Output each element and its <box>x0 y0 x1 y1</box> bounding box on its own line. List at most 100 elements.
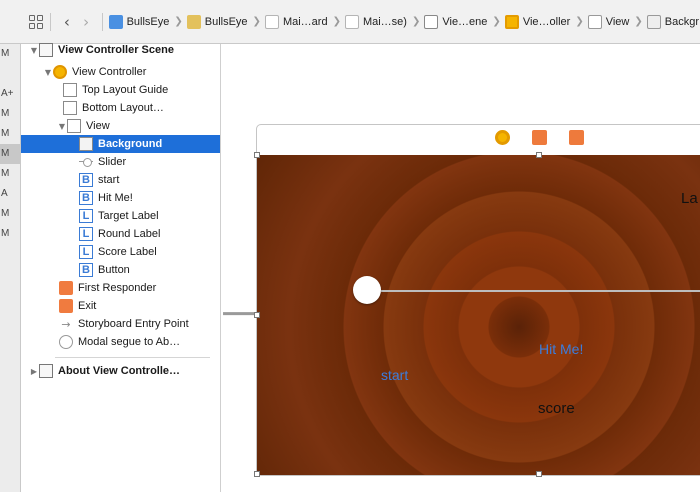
outline-row-target-label[interactable]: L Target Label <box>21 207 220 225</box>
breadcrumb-label: BullsEye <box>204 15 248 28</box>
layout-guide-icon <box>63 83 77 97</box>
breadcrumb-label: View <box>605 15 630 28</box>
app-icon <box>108 14 123 29</box>
breadcrumb-storyboard[interactable]: Mai…ard <box>264 14 328 29</box>
exit-icon <box>59 299 73 313</box>
outline-row-about-scene[interactable]: ▶ About View Controlle… <box>21 362 220 380</box>
outline-label: Score Label <box>98 246 157 258</box>
breadcrumb-background[interactable]: Backgr <box>646 14 699 29</box>
outline-row-button[interactable]: B Button <box>21 261 220 279</box>
breadcrumb-label: Vie…ene <box>442 15 488 28</box>
outline-row-view[interactable]: ▼ View <box>21 117 220 135</box>
disclosure-triangle-icon[interactable]: ▼ <box>29 46 39 55</box>
outline-row-view-controller[interactable]: ▼ View Controller <box>21 63 220 81</box>
slider-icon <box>79 155 93 169</box>
exit-icon[interactable] <box>569 130 584 145</box>
entry-arrow-icon: → <box>61 317 71 331</box>
outline-label: Bottom Layout… <box>82 102 164 114</box>
strip-item[interactable]: M <box>0 44 20 64</box>
breadcrumb-storyboard-base[interactable]: Mai…se) <box>344 14 407 29</box>
scene-title: About View Controlle… <box>58 365 181 377</box>
strip-item[interactable] <box>0 64 20 84</box>
breadcrumb-group[interactable]: BullsEye <box>186 14 248 29</box>
resize-handle[interactable] <box>254 152 260 158</box>
outline-row-round-label[interactable]: L Round Label <box>21 225 220 243</box>
outline-label: Round Label <box>98 228 161 240</box>
layout-guide-icon <box>63 101 77 115</box>
scene-icon <box>424 14 439 29</box>
image-view-icon <box>79 137 93 151</box>
scene-icon <box>39 43 53 57</box>
outline-row-bottom-layout-guide[interactable]: Bottom Layout… <box>21 99 220 117</box>
outline-row-modal-segue[interactable]: Modal segue to Ab… <box>21 333 220 351</box>
view-controller-icon[interactable] <box>495 130 510 145</box>
background-image-view[interactable]: Hit Me! start score La <box>257 155 700 475</box>
chevron-right-icon: ❯ <box>252 16 261 27</box>
resize-handle[interactable] <box>536 471 542 477</box>
label-icon: L <box>79 245 93 259</box>
jump-bar: ‹ › BullsEye ❯ BullsEye ❯ Mai…ard ❯ Mai…… <box>0 0 700 44</box>
segue-icon <box>59 335 73 349</box>
strip-item[interactable]: M <box>0 224 20 244</box>
outline-label: View Controller <box>72 66 147 78</box>
forward-arrow-icon[interactable]: › <box>77 13 96 31</box>
disclosure-triangle-icon[interactable]: ▼ <box>57 122 67 131</box>
resize-handle[interactable] <box>254 471 260 477</box>
view-icon <box>587 14 602 29</box>
outline-row-score-label[interactable]: L Score Label <box>21 243 220 261</box>
outline-row-scene[interactable]: ▼ View Controller Scene <box>21 41 220 59</box>
storyboard-canvas[interactable]: ⟶ Hit Me! start score La <box>221 44 700 492</box>
divider <box>101 12 103 31</box>
view-controller-icon <box>53 65 67 79</box>
outline-row-first-responder[interactable]: First Responder <box>21 279 220 297</box>
outline-row-start[interactable]: B start <box>21 171 220 189</box>
outline-label: Target Label <box>98 210 159 222</box>
scene-title: View Controller Scene <box>58 44 174 56</box>
strip-item[interactable]: A <box>0 184 20 204</box>
outline-row-exit[interactable]: Exit <box>21 297 220 315</box>
resize-handle[interactable] <box>254 312 260 318</box>
label-icon: L <box>79 209 93 223</box>
breadcrumb-view-controller[interactable]: Vie…oller <box>504 14 570 29</box>
chevron-right-icon: ❯ <box>332 16 341 27</box>
outline-label: Hit Me! <box>98 192 133 204</box>
disclosure-triangle-icon[interactable]: ▼ <box>43 68 53 77</box>
outline-label: Exit <box>78 300 97 312</box>
outline-row-entry-point[interactable]: → Storyboard Entry Point <box>21 315 220 333</box>
outline-row-slider[interactable]: Slider <box>21 153 220 171</box>
resize-handle[interactable] <box>536 152 542 158</box>
outline-row-top-layout-guide[interactable]: Top Layout Guide <box>21 81 220 99</box>
breadcrumb-project[interactable]: BullsEye <box>108 14 169 29</box>
chevron-right-icon: ❯ <box>575 16 584 27</box>
strip-item[interactable]: M <box>0 104 20 124</box>
slider-track[interactable] <box>381 290 700 292</box>
strip-item[interactable]: M <box>0 144 20 164</box>
strip-item[interactable]: M <box>0 124 20 144</box>
disclosure-triangle-right-icon[interactable]: ▶ <box>29 367 39 376</box>
start-button[interactable]: start <box>381 367 408 383</box>
storyboard-file-icon <box>264 14 279 29</box>
breadcrumb-scene[interactable]: Vie…ene <box>424 14 488 29</box>
breadcrumb-view[interactable]: View <box>587 14 630 29</box>
button-icon: B <box>79 191 93 205</box>
strip-item[interactable]: M <box>0 204 20 224</box>
first-responder-cube-icon[interactable] <box>532 130 547 145</box>
hit-me-button[interactable]: Hit Me! <box>539 341 583 357</box>
slider-thumb[interactable] <box>353 276 381 304</box>
strip-item[interactable]: A+ <box>0 84 20 104</box>
strip-item[interactable]: M <box>0 164 20 184</box>
outline-label: First Responder <box>78 282 157 294</box>
related-items-grid-icon[interactable] <box>27 12 44 32</box>
outline-row-hitme[interactable]: B Hit Me! <box>21 189 220 207</box>
image-view-icon <box>646 14 661 29</box>
score-label: score <box>538 400 575 417</box>
target-label: La <box>681 190 698 207</box>
divider <box>50 12 52 31</box>
outline-label: Button <box>98 264 130 276</box>
outline-row-background[interactable]: Background <box>21 135 220 153</box>
back-arrow-icon[interactable]: ‹ <box>57 13 76 31</box>
outline-label: start <box>98 174 120 186</box>
breadcrumb-label: Backgr <box>664 15 699 28</box>
document-outline: ▼ View Controller Scene ▼ View Controlle… <box>21 41 221 492</box>
view-icon <box>67 119 81 133</box>
